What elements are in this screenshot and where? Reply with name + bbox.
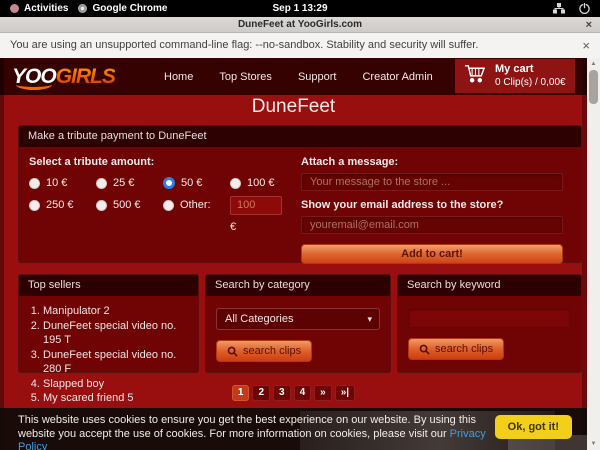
page-button-1[interactable]: 1: [232, 385, 250, 401]
cart-title: My cart: [495, 63, 566, 77]
nav-item-top-stores[interactable]: Top Stores: [219, 71, 272, 83]
nav-item-support[interactable]: Support: [298, 71, 337, 83]
chevron-down-icon: ▾: [367, 309, 372, 329]
amount-option-250[interactable]: 250 €: [29, 199, 96, 211]
page-button-2[interactable]: 2: [252, 385, 270, 401]
email-label: Show your email address to the store?: [301, 199, 563, 211]
top-sellers-header: Top sellers: [19, 275, 198, 296]
amount-option-100[interactable]: 100 €: [230, 177, 297, 189]
search-keyword-header: Search by keyword: [398, 275, 581, 296]
top-seller-item[interactable]: DuneFeet special video no. 195 T: [43, 319, 192, 348]
scrollbar-thumb[interactable]: [589, 70, 598, 104]
tribute-amount-label: Select a tribute amount:: [29, 156, 154, 168]
nav-item-home[interactable]: Home: [164, 71, 193, 83]
radio-icon[interactable]: [230, 178, 241, 189]
keyword-input[interactable]: [408, 308, 571, 328]
chrome-warning-bar: You are using an unsupported command-lin…: [0, 33, 600, 58]
search-category-panel: Search by category All Categories ▾ sear…: [205, 274, 391, 373]
left-edge-shadow: [0, 58, 4, 450]
amount-option-500[interactable]: 500 €: [96, 199, 163, 211]
radio-icon[interactable]: [29, 178, 40, 189]
browser-scrollbar[interactable]: ▲ ▼: [587, 58, 600, 450]
gnome-top-bar: Activities Google Chrome Sep 1 13:29: [0, 0, 600, 17]
cookie-accept-button[interactable]: Ok, got it!: [495, 415, 572, 439]
top-seller-item[interactable]: Manipulator 2: [43, 304, 192, 319]
nav-item-creator-admin[interactable]: Creator Admin: [362, 71, 432, 83]
radio-checked-icon[interactable]: [163, 177, 175, 189]
cart-icon: [463, 62, 487, 90]
top-sellers-panel: Top sellers Manipulator 2 DuneFeet speci…: [18, 274, 199, 373]
message-label: Attach a message:: [301, 156, 563, 168]
amount-option-10[interactable]: 10 €: [29, 177, 96, 189]
pagination: 1 2 3 4 » »|: [0, 385, 587, 401]
search-keyword-panel: Search by keyword search clips: [397, 274, 582, 373]
warning-text: You are using an unsupported command-lin…: [10, 39, 478, 51]
site-logo[interactable]: YOOGIRLS: [12, 58, 150, 95]
cart-summary: 0 Clip(s) / 0,00€: [495, 77, 566, 90]
top-seller-item[interactable]: DuneFeet special video no. 280 F: [43, 348, 192, 377]
page-title: DuneFeet: [0, 96, 587, 118]
category-select[interactable]: All Categories ▾: [216, 308, 380, 330]
site-header: YOOGIRLS Home Top Stores Support Creator…: [0, 58, 587, 95]
amount-option-other[interactable]: Other:: [163, 199, 230, 211]
warning-close-icon[interactable]: ×: [582, 33, 590, 58]
page-button-3[interactable]: 3: [273, 385, 291, 401]
cookie-message-text: This website uses cookies to ensure you …: [18, 414, 476, 440]
add-to-cart-button[interactable]: Add to cart!: [301, 244, 563, 264]
radio-icon[interactable]: [96, 178, 107, 189]
page-button-4[interactable]: 4: [294, 385, 312, 401]
page-button-next[interactable]: »: [314, 385, 332, 401]
amount-option-25[interactable]: 25 €: [96, 177, 163, 189]
email-input[interactable]: [301, 216, 563, 234]
other-amount-input[interactable]: [230, 196, 282, 215]
tribute-panel-header: Make a tribute payment to DuneFeet: [19, 126, 581, 147]
category-selected-option: All Categories: [225, 313, 293, 325]
webpage: YOOGIRLS Home Top Stores Support Creator…: [0, 58, 600, 450]
window-title: DuneFeet at YooGirls.com: [238, 19, 362, 30]
page-button-last[interactable]: »|: [335, 385, 355, 401]
amount-label: 500 €: [113, 199, 141, 211]
window-title-bar: DuneFeet at YooGirls.com ×: [0, 17, 600, 33]
amount-label: 50 €: [181, 177, 202, 189]
message-input[interactable]: [301, 173, 563, 191]
search-category-header: Search by category: [206, 275, 390, 296]
search-clips-label: search clips: [435, 343, 493, 355]
amount-label: 250 €: [46, 199, 74, 211]
tribute-message-column: Attach a message: Show your email addres…: [301, 152, 563, 264]
cookie-consent-bar: This website uses cookies to ensure you …: [0, 408, 600, 450]
my-cart-button[interactable]: My cart 0 Clip(s) / 0,00€: [455, 59, 575, 93]
window-close-icon[interactable]: ×: [586, 17, 592, 33]
clock[interactable]: Sep 1 13:29: [0, 3, 600, 14]
amount-label: 10 €: [46, 177, 67, 189]
search-clips-label: search clips: [243, 345, 301, 357]
amount-label: 100 €: [247, 177, 275, 189]
tribute-amount-options: 10 € 25 € 50 € 100 € 250 € 500 € Other: …: [29, 172, 297, 238]
logo-text-girls: GIRLS: [56, 65, 115, 88]
amount-option-50[interactable]: 50 €: [163, 177, 230, 189]
amount-label: 25 €: [113, 177, 134, 189]
search-clips-keyword-button[interactable]: search clips: [408, 338, 504, 360]
currency-label: €: [230, 221, 297, 233]
search-clips-category-button[interactable]: search clips: [216, 340, 312, 362]
radio-icon[interactable]: [29, 200, 40, 211]
scroll-down-icon[interactable]: ▼: [587, 439, 600, 449]
network-icon[interactable]: [553, 3, 565, 14]
logo-smile-icon: [16, 79, 52, 90]
system-tray: [553, 3, 590, 14]
amount-label: Other:: [180, 199, 211, 211]
power-icon[interactable]: [579, 3, 590, 14]
tribute-panel: Make a tribute payment to DuneFeet Selec…: [18, 125, 582, 263]
search-icon: [227, 346, 238, 357]
radio-icon[interactable]: [163, 200, 174, 211]
main-nav: Home Top Stores Support Creator Admin: [164, 71, 433, 83]
cookie-message: This website uses cookies to ensure you …: [18, 414, 490, 450]
radio-icon[interactable]: [96, 200, 107, 211]
scroll-up-icon[interactable]: ▲: [587, 59, 600, 69]
search-icon: [419, 344, 430, 355]
